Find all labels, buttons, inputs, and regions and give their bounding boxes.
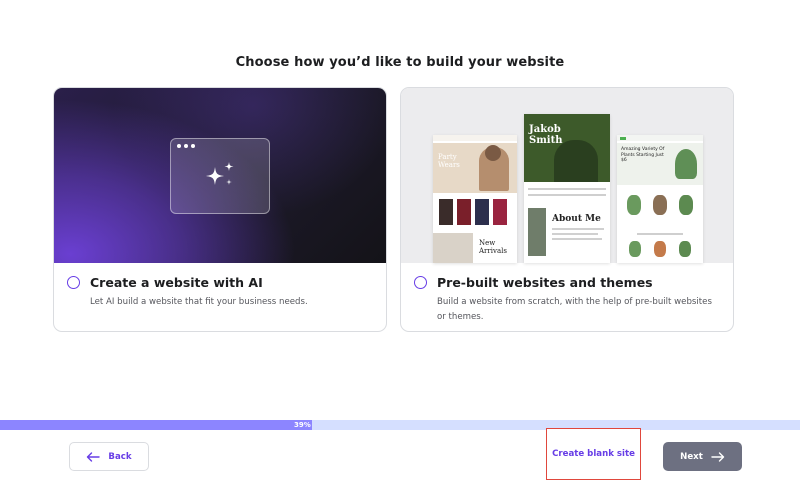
sparkles-icon <box>206 162 234 185</box>
option-card-ai[interactable]: Create a website with AI Let AI build a … <box>53 87 387 332</box>
option-description: Build a website from scratch, with the h… <box>437 297 712 322</box>
next-button[interactable]: Next <box>663 442 742 471</box>
create-blank-site-label: Create blank site <box>552 449 635 459</box>
option-radio-ai[interactable] <box>67 276 80 289</box>
arrow-right-icon <box>711 451 725 462</box>
themes-preview: Party Wears New Arrivals Jakob Smith Abo… <box>401 88 733 263</box>
browser-window-illustration <box>170 138 270 214</box>
theme-fashion-subheading: New Arrivals <box>479 239 507 255</box>
create-blank-site-button[interactable]: Create blank site <box>546 428 641 480</box>
progress-fill <box>0 420 312 430</box>
option-card-themes[interactable]: Party Wears New Arrivals Jakob Smith Abo… <box>400 87 734 332</box>
theme-preview-fashion: Party Wears New Arrivals <box>433 135 517 263</box>
page-title: Choose how you’d like to build your webs… <box>235 55 565 70</box>
arrow-left-icon <box>87 451 101 462</box>
window-dots-icon <box>177 144 195 148</box>
theme-portfolio-heading: Jakob Smith <box>529 124 563 146</box>
progress-bar: 39% <box>0 420 800 430</box>
theme-plants-heading: Amazing Variety Of Plants Starting Just … <box>621 147 665 163</box>
theme-preview-portfolio: Jakob Smith About Me <box>524 114 610 263</box>
theme-preview-plants: Amazing Variety Of Plants Starting Just … <box>617 135 703 263</box>
back-button-label: Back <box>108 451 132 462</box>
ai-illustration <box>54 88 386 263</box>
option-title: Pre-built websites and themes <box>437 275 653 290</box>
next-button-label: Next <box>680 451 703 462</box>
option-description: Let AI build a website that fit your bus… <box>90 297 308 307</box>
progress-label: 39% <box>294 421 311 429</box>
back-button[interactable]: Back <box>69 442 149 471</box>
theme-fashion-heading: Party Wears <box>438 153 460 169</box>
option-radio-themes[interactable] <box>414 276 427 289</box>
option-title: Create a website with AI <box>90 275 263 290</box>
theme-portfolio-about: About Me <box>552 214 601 224</box>
